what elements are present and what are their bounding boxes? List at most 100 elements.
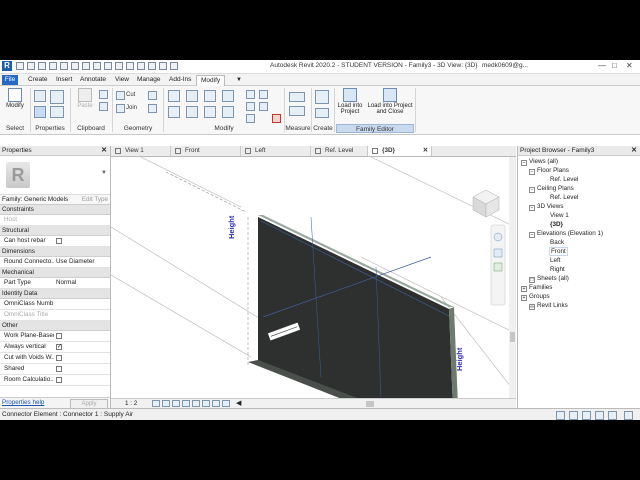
undo-icon[interactable] [49, 62, 57, 70]
section-identity-data[interactable]: Identity Data [0, 289, 110, 299]
select-by-face-icon[interactable] [595, 411, 604, 420]
pin-icon[interactable] [259, 90, 268, 99]
tab-front[interactable]: Front [171, 146, 241, 156]
prop-value[interactable]: Normal [56, 278, 76, 288]
unpin-icon[interactable] [246, 114, 255, 123]
paste-button[interactable]: Paste [74, 88, 96, 109]
close-icon[interactable]: ✕ [423, 146, 428, 156]
delete-icon[interactable] [272, 114, 281, 123]
navigation-bar[interactable] [490, 224, 506, 306]
height-dimension-label[interactable]: Height [227, 216, 236, 239]
section-mechanical[interactable]: Mechanical [0, 268, 110, 278]
show-crop-icon[interactable] [212, 400, 220, 407]
array-icon[interactable] [246, 102, 255, 111]
section-structural[interactable]: Structural [0, 226, 110, 236]
switch-windows-icon[interactable] [159, 62, 167, 70]
horizontal-scrollbar-thumb[interactable] [366, 401, 374, 407]
ribbon-options-icon[interactable]: ▼ [232, 75, 246, 85]
tree-floor-ref-level[interactable]: Ref. Level [550, 176, 578, 183]
tree-right[interactable]: Right [550, 266, 565, 273]
filter-icon[interactable] [624, 411, 633, 420]
tree-back[interactable]: Back [550, 239, 564, 246]
copy-element-icon[interactable] [186, 106, 198, 118]
orbit-icon[interactable] [493, 262, 503, 272]
prop-value[interactable]: Use Diameter [56, 257, 95, 267]
family-selector[interactable]: Family: Generic Models Edit Type [0, 195, 110, 205]
height-dimension-label[interactable]: Height [455, 348, 464, 371]
trim-icon[interactable] [222, 106, 234, 118]
select-pinned-icon[interactable] [582, 411, 591, 420]
tab-annotate[interactable]: Annotate [76, 75, 110, 85]
tab-ref-level[interactable]: Ref. Level [311, 146, 368, 156]
render-icon[interactable] [192, 400, 200, 407]
type-properties-icon[interactable] [34, 106, 46, 118]
load-into-project-close-button[interactable]: Load into Project and Close [366, 88, 414, 115]
collapse-icon[interactable]: − [529, 232, 535, 238]
cut-with-voids-checkbox[interactable] [56, 355, 62, 361]
scroll-left-icon[interactable]: ◀ [236, 399, 241, 407]
tab-file[interactable]: File [2, 75, 18, 85]
collapse-icon[interactable]: − [521, 160, 527, 166]
create-assembly-icon[interactable] [315, 108, 329, 118]
tree-3d-view-active[interactable]: {3D} [550, 221, 563, 228]
modify-button[interactable]: Modify [3, 88, 27, 109]
always-vertical-checkbox[interactable]: ✓ [56, 344, 62, 350]
select-underlay-icon[interactable] [569, 411, 578, 420]
section-other[interactable]: Other [0, 321, 110, 331]
tree-ceiling-ref-level[interactable]: Ref. Level [550, 194, 578, 201]
section-icon[interactable] [126, 62, 134, 70]
copy-icon[interactable] [99, 90, 108, 99]
user-account[interactable]: medk0609@g... [482, 62, 528, 69]
close-icon[interactable]: ✕ [101, 146, 107, 155]
sync-icon[interactable] [38, 62, 46, 70]
save-icon[interactable] [27, 62, 35, 70]
unjoin-icon[interactable] [148, 104, 157, 113]
scale-icon[interactable] [259, 102, 268, 111]
split-icon[interactable] [246, 90, 255, 99]
load-into-project-button[interactable]: Load into Project [336, 88, 364, 115]
sun-path-icon[interactable] [172, 400, 180, 407]
tab-manage[interactable]: Manage [133, 75, 165, 85]
collapse-icon[interactable]: − [529, 205, 535, 211]
tab-insert[interactable]: Insert [52, 75, 76, 85]
tree-sheets[interactable]: □ Sheets (all) [529, 275, 569, 283]
tree-elevations[interactable]: − Elevations (Elevation 1) [529, 230, 603, 238]
properties-help-link[interactable]: Properties help [2, 399, 44, 406]
expand-icon[interactable]: + [521, 295, 527, 301]
join-icon[interactable] [116, 104, 125, 113]
measure-icon[interactable] [82, 62, 90, 70]
match-type-icon[interactable] [99, 102, 108, 111]
zoom-icon[interactable] [493, 248, 503, 258]
mirror-axis-icon[interactable] [204, 90, 216, 102]
maximize-icon[interactable]: □ [612, 61, 617, 70]
revit-logo-button[interactable]: R [2, 61, 12, 71]
dimension-icon[interactable] [289, 106, 305, 116]
customize-icon[interactable] [170, 62, 178, 70]
shared-checkbox[interactable] [56, 366, 62, 372]
tree-left[interactable]: Left [550, 257, 561, 264]
type-selector[interactable]: R ▼ [0, 156, 110, 195]
drawing-canvas[interactable]: Height Height [111, 157, 516, 398]
scrollbar-thumb[interactable] [510, 332, 515, 342]
text-icon[interactable] [104, 62, 112, 70]
drag-elements-icon[interactable] [608, 411, 617, 420]
mirror-line-icon[interactable] [222, 90, 234, 102]
uncut-icon[interactable] [148, 91, 157, 100]
join-label[interactable]: Join [126, 105, 137, 111]
tab-view-1[interactable]: View 1 [111, 146, 171, 156]
open-icon[interactable] [16, 62, 24, 70]
temporary-hide-icon[interactable] [222, 400, 230, 407]
select-group-label[interactable]: Select [0, 124, 30, 133]
viewcube[interactable] [472, 189, 500, 218]
tab-left[interactable]: Left [241, 146, 311, 156]
move-icon[interactable] [168, 106, 180, 118]
cut-icon[interactable] [116, 91, 125, 100]
tree-revit-links[interactable]: ∞ Revit Links [529, 302, 568, 310]
detail-level-icon[interactable] [152, 400, 160, 407]
shadows-icon[interactable] [182, 400, 190, 407]
select-links-icon[interactable] [556, 411, 565, 420]
expand-icon[interactable]: + [521, 286, 527, 292]
tab-3d[interactable]: {3D} ✕ [368, 146, 432, 156]
tree-families[interactable]: + Families [521, 284, 552, 292]
work-plane-based-checkbox[interactable] [56, 333, 62, 339]
